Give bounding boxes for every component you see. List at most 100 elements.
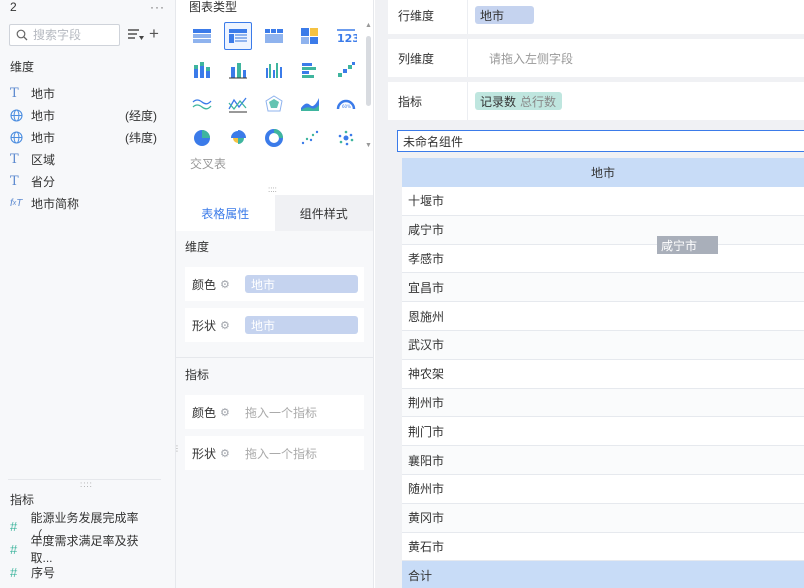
field-search-box[interactable] (9, 24, 120, 46)
table-row[interactable]: 襄阳市 (402, 446, 804, 475)
table-row[interactable]: 黄石市 (402, 533, 804, 562)
bubble-chart-icon[interactable] (332, 124, 360, 152)
panel-header: 2 ··· (10, 0, 165, 14)
measure-shape-row[interactable]: 形状 ⚙ 拖入一个指标 (185, 436, 364, 470)
measure-field[interactable]: # 年度需求满足率及获取... (10, 534, 157, 565)
column-dimension-placeholder: 请拖入左侧字段 (489, 51, 574, 66)
drag-ghost-item: 咸宁市 (657, 236, 718, 254)
measure-shelf[interactable]: 指标 记录数 总行数 (388, 82, 804, 120)
prop-dimension-title: 维度 (185, 240, 210, 254)
gear-icon[interactable]: ⚙ (220, 406, 230, 419)
table-row[interactable]: 随州市 (402, 475, 804, 504)
column-dimension-shelf[interactable]: 列维度 请拖入左侧字段 (388, 39, 804, 77)
resize-handle-icon[interactable]: :::: (268, 185, 277, 194)
dimension-color-pill[interactable]: 地市 (245, 275, 358, 293)
dimension-field[interactable]: T 省分 (10, 172, 157, 190)
measure-color-dropzone[interactable]: 拖入一个指标 (245, 404, 317, 421)
chart-type-title: 图表类型 (189, 0, 238, 14)
dimension-field[interactable]: fxT 地市简称 (10, 194, 157, 212)
field-panel: 2 ··· + 维度 T 地市 地市 (经度) 地市 (纬度) T 区域 (0, 0, 176, 588)
tab-table-properties[interactable]: 表格属性 (176, 195, 275, 231)
hash-icon: # (10, 518, 18, 534)
row-dimension-shelf[interactable]: 行维度 地市 (388, 0, 804, 34)
scroll-down-icon[interactable]: ▼ (365, 142, 372, 149)
polyline-chart-icon[interactable] (224, 90, 252, 118)
globe-icon (10, 130, 28, 144)
section-divider (176, 357, 373, 358)
prop-measure-title: 指标 (185, 368, 210, 382)
table-row[interactable]: 荆州市 (402, 388, 804, 418)
stacked-column-icon[interactable] (188, 56, 216, 84)
table-row[interactable]: 咸宁市 (402, 215, 804, 245)
table-row[interactable]: 黄冈市 (402, 503, 804, 533)
heatmap-table-icon[interactable] (296, 22, 324, 50)
table-row[interactable]: 武汉市 (402, 330, 804, 360)
add-field-icon[interactable]: + (149, 24, 159, 44)
detail-table-icon[interactable] (260, 22, 288, 50)
table-row[interactable]: 宜昌市 (402, 273, 804, 303)
dimension-shape-pill[interactable]: 地市 (245, 316, 358, 334)
cross-table: 地市 十堰市 咸宁市 孝感市 宜昌市 恩施州 武汉市 神农架 荆州市 荆门市 襄… (402, 158, 804, 588)
tab-component-style[interactable]: 组件样式 (274, 195, 373, 231)
grouped-table-icon[interactable] (188, 22, 216, 50)
component-name-input[interactable]: 未命名组件 (397, 130, 804, 152)
text-field-icon: T (10, 85, 19, 101)
panel-splitter-icon[interactable]: ⋮ (173, 444, 181, 453)
rose-chart-icon[interactable] (224, 124, 252, 152)
bi-editor: 2 ··· + 维度 T 地市 地市 (经度) 地市 (纬度) T 区域 (0, 0, 804, 588)
kpi-number-icon[interactable]: 123 (332, 22, 360, 50)
multi-column-icon[interactable] (260, 56, 288, 84)
table-row[interactable]: 孝感市 (402, 245, 804, 274)
gear-icon[interactable]: ⚙ (220, 278, 230, 291)
table-row[interactable]: 荆门市 (402, 417, 804, 447)
table-total-row: 合计 (402, 561, 804, 588)
waterfall-icon[interactable] (332, 56, 360, 84)
chart-type-scrollbar[interactable] (366, 36, 371, 106)
scroll-up-icon[interactable]: ▲ (365, 22, 372, 29)
measure-shape-dropzone[interactable]: 拖入一个指标 (245, 445, 317, 462)
measure-section-title: 指标 (10, 493, 35, 507)
table-row[interactable]: 恩施州 (402, 302, 804, 331)
scatter-chart-icon[interactable] (296, 124, 324, 152)
field-search-input[interactable] (33, 28, 113, 42)
more-menu-icon[interactable]: ··· (150, 0, 165, 14)
svg-text:60%: 60% (342, 104, 351, 109)
hash-icon: # (10, 541, 18, 557)
dimension-field[interactable]: 地市 (纬度) (10, 128, 157, 146)
line-chart-icon[interactable] (188, 90, 216, 118)
measure-field[interactable]: # 序号 (10, 563, 157, 581)
measure-color-row[interactable]: 颜色 ⚙ 拖入一个指标 (185, 395, 364, 429)
dimension-shape-row[interactable]: 形状 ⚙ 地市 (185, 308, 364, 342)
measure-chip[interactable]: 记录数 总行数 (475, 92, 563, 110)
dimension-field[interactable]: 地市 (经度) (10, 106, 157, 124)
selected-chart-type-label: 交叉表 (190, 157, 227, 171)
dataset-count: 2 (10, 0, 17, 14)
property-tabs: 表格属性 组件样式 (176, 195, 373, 231)
donut-chart-icon[interactable] (260, 124, 288, 152)
dimension-field[interactable]: T 地市 (10, 84, 157, 102)
chart-canvas: 行维度 地市 列维度 请拖入左侧字段 指标 记录数 总行数 未命名组件 地市 十堰… (375, 0, 804, 588)
table-header[interactable]: 地市 (402, 158, 804, 187)
cross-table-icon[interactable] (224, 22, 252, 50)
globe-icon (10, 108, 28, 122)
area-chart-icon[interactable] (296, 90, 324, 118)
text-field-icon: T (10, 151, 19, 167)
search-icon (16, 29, 28, 41)
formula-icon: fxT (10, 197, 23, 209)
bar-chart-icon[interactable] (296, 56, 324, 84)
pie-chart-icon[interactable] (188, 124, 216, 152)
resize-handle-icon[interactable]: :::: (80, 480, 93, 489)
table-row[interactable]: 神农架 (402, 360, 804, 389)
text-field-icon: T (10, 173, 19, 189)
gear-icon[interactable]: ⚙ (220, 447, 230, 460)
dimension-color-row[interactable]: 颜色 ⚙ 地市 (185, 267, 364, 301)
hash-icon: # (10, 564, 18, 580)
dimension-field[interactable]: T 区域 (10, 150, 157, 168)
table-row[interactable]: 十堰市 (402, 187, 804, 216)
column-chart-icon[interactable] (224, 56, 252, 84)
gauge-icon[interactable]: 60% (332, 90, 360, 118)
row-dimension-chip[interactable]: 地市 (475, 6, 535, 24)
radar-chart-icon[interactable] (260, 90, 288, 118)
gear-icon[interactable]: ⚙ (220, 319, 230, 332)
sort-fields-icon[interactable] (127, 27, 145, 43)
